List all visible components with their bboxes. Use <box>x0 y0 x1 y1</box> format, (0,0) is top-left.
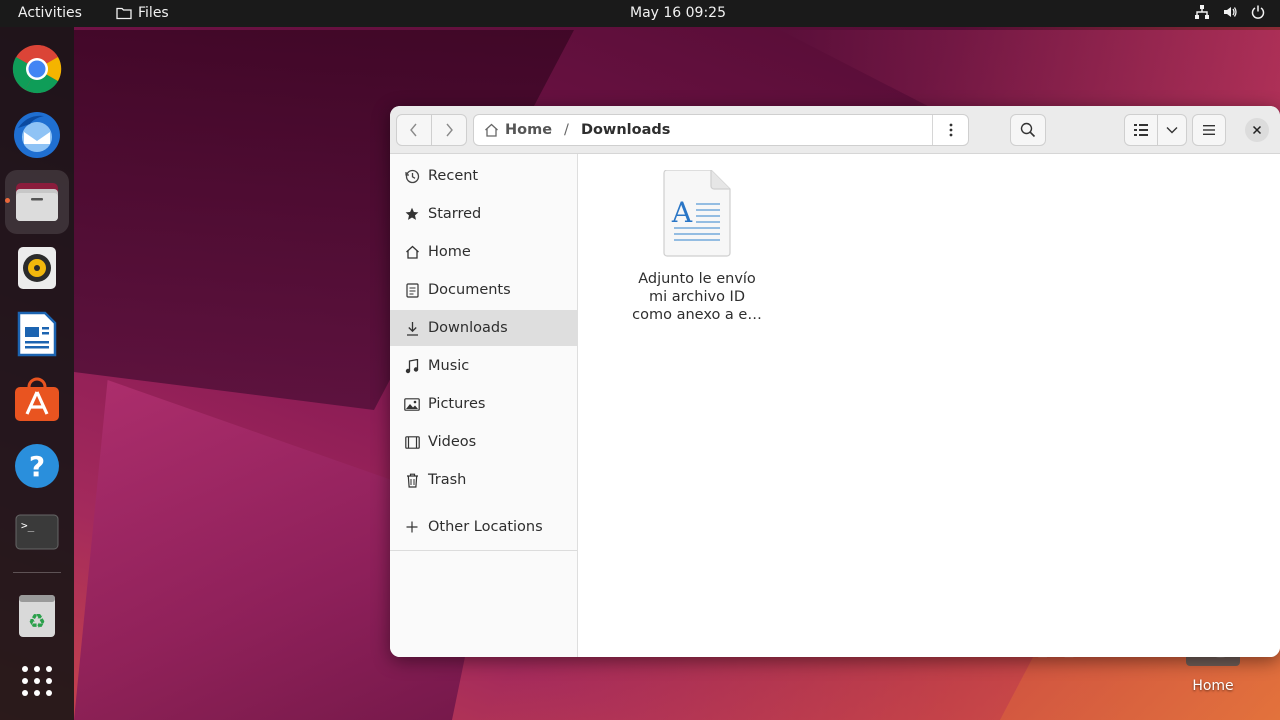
grid-icon <box>22 666 52 696</box>
sidebar-item-label: Pictures <box>428 396 486 412</box>
trash-can-icon: ♻ <box>19 595 55 637</box>
search-button[interactable] <box>1010 114 1046 146</box>
dock-thunderbird[interactable] <box>5 103 69 167</box>
path-current[interactable]: Downloads <box>581 122 670 138</box>
sidebar-item-label: Recent <box>428 168 479 184</box>
network-icon <box>1195 5 1209 19</box>
chevron-down-icon <box>1166 127 1178 134</box>
sidebar-item-label: Starred <box>428 206 482 222</box>
top-bar: Activities Files May 16 09:25 <box>0 0 1280 27</box>
sidebar-item-label: Home <box>428 244 471 260</box>
sidebar-divider <box>390 550 577 551</box>
document-icon <box>405 282 419 298</box>
files-icon <box>16 183 58 221</box>
dock-files[interactable] <box>5 170 69 234</box>
sidebar-item-music[interactable]: Music <box>390 348 577 384</box>
desktop-home-label[interactable]: Home <box>1180 678 1246 694</box>
dock-trash[interactable]: ♻ <box>5 583 69 647</box>
trash-icon <box>406 473 418 488</box>
sidebar-item-label: Videos <box>428 434 477 450</box>
power-icon <box>1251 5 1265 19</box>
view-options-button[interactable] <box>1157 114 1187 146</box>
file-item[interactable]: A Adjunto le envío mi archivo ID como an… <box>629 170 765 324</box>
rhythmbox-icon <box>18 247 56 289</box>
chevron-right-icon <box>446 123 453 137</box>
path-home-label: Home <box>505 122 553 138</box>
dock-terminal[interactable]: >_ <box>5 500 69 564</box>
sidebar-item-trash[interactable]: Trash <box>390 462 577 498</box>
software-store-icon <box>15 377 59 421</box>
sidebar: Recent Starred Home Documents Downloads … <box>390 154 578 657</box>
sidebar-item-recent[interactable]: Recent <box>390 158 577 194</box>
home-icon <box>485 123 498 137</box>
svg-text:?: ? <box>29 450 45 483</box>
path-bar: Home / Downloads <box>473 114 969 146</box>
close-button[interactable] <box>1245 118 1269 142</box>
sidebar-item-other-locations[interactable]: Other Locations <box>390 509 577 545</box>
forward-button[interactable] <box>431 114 467 146</box>
sidebar-item-downloads[interactable]: Downloads <box>390 310 577 346</box>
plus-icon <box>406 521 418 533</box>
volume-icon <box>1224 7 1237 17</box>
sidebar-item-home[interactable]: Home <box>390 234 577 270</box>
main-menu-button[interactable] <box>1192 114 1226 146</box>
sidebar-item-videos[interactable]: Videos <box>390 424 577 460</box>
hamburger-icon <box>1203 125 1215 135</box>
view-list-button[interactable] <box>1124 114 1158 146</box>
terminal-icon: >_ <box>15 514 59 550</box>
sidebar-item-starred[interactable]: Starred <box>390 196 577 232</box>
sidebar-item-label: Downloads <box>428 320 508 336</box>
thunderbird-icon <box>14 112 60 158</box>
star-icon <box>405 207 419 220</box>
text-document-icon: A <box>663 170 731 257</box>
download-icon <box>406 321 418 336</box>
header-bar: Home / Downloads <box>390 106 1280 154</box>
chevron-left-icon <box>410 123 417 137</box>
svg-text:♻: ♻ <box>28 609 46 633</box>
clock-icon <box>404 169 419 183</box>
file-view[interactable]: A Adjunto le envío mi archivo ID como an… <box>579 154 1280 657</box>
system-tray[interactable] <box>1194 4 1266 20</box>
clock[interactable]: May 16 09:25 <box>0 5 1280 21</box>
dock-software[interactable] <box>5 368 69 432</box>
sidebar-item-label: Other Locations <box>428 519 543 535</box>
vertical-dots-icon <box>949 123 952 137</box>
video-icon <box>404 435 420 449</box>
picture-icon <box>404 397 420 411</box>
list-view-icon <box>1134 124 1148 136</box>
writer-icon <box>17 311 57 357</box>
files-window: Home / Downloads Recent Starred Home Doc… <box>390 106 1280 657</box>
sidebar-item-documents[interactable]: Documents <box>390 272 577 308</box>
svg-text:A: A <box>671 196 693 229</box>
path-separator: / <box>564 122 569 138</box>
chrome-icon <box>12 44 62 94</box>
path-home-button[interactable]: Home <box>474 122 552 138</box>
help-icon: ? <box>15 444 59 488</box>
sidebar-item-label: Trash <box>428 472 467 488</box>
close-icon <box>1252 125 1262 135</box>
sidebar-item-label: Documents <box>428 282 511 298</box>
dock-show-apps[interactable] <box>5 649 69 713</box>
file-name: Adjunto le envío mi archivo ID como anex… <box>632 271 762 323</box>
dock: ? >_ ♻ <box>0 27 74 720</box>
dock-rhythmbox[interactable] <box>5 236 69 300</box>
back-button[interactable] <box>396 114 432 146</box>
music-icon <box>405 358 419 373</box>
dock-help[interactable]: ? <box>5 434 69 498</box>
dock-writer[interactable] <box>5 302 69 366</box>
sidebar-item-pictures[interactable]: Pictures <box>390 386 577 422</box>
dock-chrome[interactable] <box>5 37 69 101</box>
home-icon <box>405 245 419 259</box>
path-menu-button[interactable] <box>932 115 968 145</box>
svg-text:>_: >_ <box>21 519 35 532</box>
sidebar-item-label: Music <box>428 358 470 374</box>
search-icon <box>1020 122 1036 138</box>
